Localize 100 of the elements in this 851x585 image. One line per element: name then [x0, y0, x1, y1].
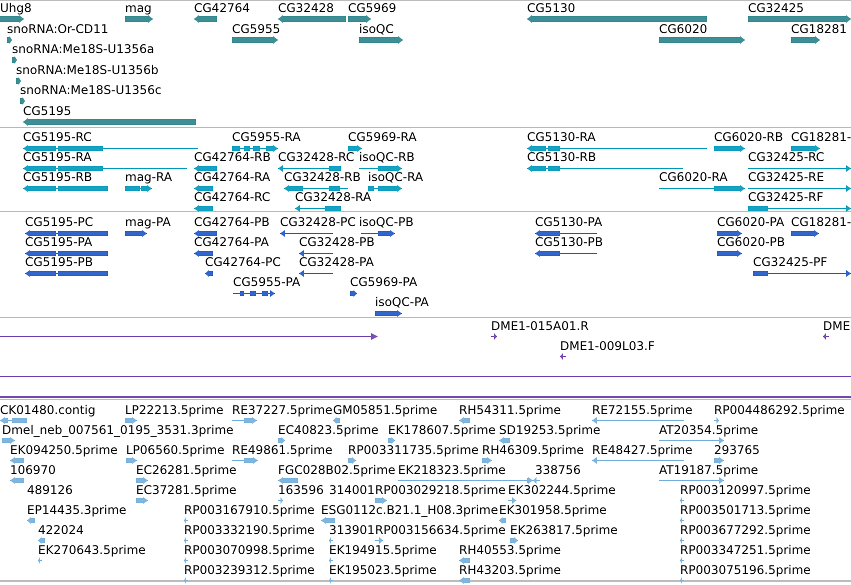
feature-label: RH46309.5prime [482, 444, 584, 456]
feature-label: RP003120997.5prime [680, 484, 811, 496]
feature-label: RP003029218.5prime [375, 484, 506, 496]
feature-label: CG42764-RB [194, 151, 271, 163]
feature-label: CG5195-PB [25, 256, 94, 268]
feature-label: CG5955-RA [232, 131, 301, 143]
feature-label: RE49861.5prime [232, 444, 332, 456]
feature-label: CG5195-RA [23, 151, 92, 163]
feature-label: CG5130-PB [535, 236, 604, 248]
feature-label: CG32425-RC [748, 151, 824, 163]
feature-label: CG5130-RA [527, 131, 596, 143]
feature-label: CG5955-PA [233, 276, 300, 288]
feature-label: RE72155.5prime [592, 404, 692, 416]
feature-label: CG32425-PF [753, 256, 828, 268]
feature-label: isoQC-PB [359, 216, 414, 228]
feature-label: isoQC-RA [368, 171, 424, 183]
feature-label: EK194915.5prime [329, 544, 437, 556]
feature-label: 314001 [329, 484, 375, 496]
feature-label: LP06560.5prime [126, 444, 225, 456]
feature-label: 338756 [535, 464, 581, 476]
feature-label: mag-PA [125, 216, 171, 228]
feature-label: RE48427.5prime [592, 444, 692, 456]
feature-label: Dmel_neb_007561_0195_3531.3prime [2, 424, 234, 436]
feature-label: 293765 [714, 444, 760, 456]
feature-label: CG6020-RB [714, 131, 784, 143]
feature-label: CG32428-PC [280, 216, 356, 228]
feature-label: CG42764 [194, 2, 250, 14]
feature-label: CK01480.contig [0, 404, 96, 416]
feature-label: DME1-015A01.R [491, 320, 589, 332]
feature-label: CG32428-RB [284, 171, 361, 183]
feature-label: mag-RA [125, 171, 172, 183]
feature-label: AT20354.5prime [659, 424, 758, 436]
feature-label: EK195023.5prime [329, 564, 437, 576]
feature-label: EP14435.3prime [27, 504, 126, 516]
feature-label: CG5130 [527, 2, 576, 14]
feature-label: LP22213.5prime [125, 404, 224, 416]
feature-label: CG42764-RA [194, 171, 270, 183]
feature-label: 489126 [27, 484, 73, 496]
feature-label: CG32425-RE [748, 171, 824, 183]
feature-label: CG5195-PA [25, 236, 92, 248]
feature-label: RP004486292.5prime [714, 404, 845, 416]
feature-label: CG18281 [791, 22, 847, 35]
feature-label: CG6020-PA [717, 216, 784, 228]
feature-label: CG5195-PC [25, 216, 94, 228]
feature-label: 313901 [329, 524, 375, 536]
feature-label: CG18281- [791, 216, 851, 228]
feature-label: CG32428-RC [278, 151, 354, 163]
feature-label: RP003167910.5prime [184, 504, 315, 516]
feature-label: EK302244.5prime [508, 484, 616, 496]
feature-label: CG6020-RA [659, 171, 728, 183]
feature-label: RH43203.5prime [459, 564, 561, 576]
feature-label: RP003332190.5prime [184, 524, 315, 536]
feature-label: EK270643.5prime [38, 544, 146, 556]
feature-label: CG5955 [232, 22, 280, 35]
feature-label: 163596 [278, 484, 324, 496]
feature-label: CG18281- [791, 131, 851, 143]
feature-label: GM05851.5prime [333, 404, 438, 416]
feature-label: RP003239312.5prime [184, 564, 315, 576]
feature-label: snoRNA:Me18S-U1356b [16, 64, 158, 76]
feature-label: CG32428-RA [295, 191, 372, 203]
feature-label: CG5130-RB [527, 151, 596, 163]
feature-label: CG32428-PA [299, 256, 374, 268]
feature-label: CG32425 [748, 2, 804, 14]
feature-label: CG5969-PA [350, 276, 418, 288]
feature-label: mag [125, 2, 152, 14]
feature-label: RE37227.5prime [232, 404, 332, 416]
feature-label: RP003311735.5prime [348, 444, 479, 456]
feature-label: CG32428-PB [299, 236, 375, 248]
feature-label: CG5969 [348, 2, 396, 14]
feature-label: CG42764-PA [194, 236, 269, 248]
feature-label: isoQC-PA [375, 296, 429, 308]
feature-label: 106970 [10, 464, 56, 476]
feature-label: Uhg8 [0, 2, 32, 14]
feature-label: EK218323.5prime [398, 464, 506, 476]
feature-label: snoRNA:Or-CD11 [7, 22, 108, 35]
feature-label: FGC028B02.5prime [278, 464, 396, 476]
feature-label: EK301958.5prime [499, 504, 607, 516]
feature-label: isoQC-RB [359, 151, 415, 163]
feature-label: snoRNA:Me18S-U1356a [12, 43, 154, 56]
feature-label: EC26281.5prime [136, 464, 237, 476]
feature-label: RP003677292.5prime [680, 524, 811, 536]
feature-label: CG6020-PB [717, 236, 786, 248]
feature-label: AT19187.5prime [659, 464, 758, 476]
feature-label: RP003156634.5prime [375, 524, 506, 536]
feature-label: EC40823.5prime [278, 424, 379, 436]
feature-label: RH40553.5prime [459, 544, 561, 556]
feature-label: RP003075196.5prime [680, 564, 811, 576]
feature-label: RH54311.5prime [459, 404, 561, 416]
feature-label: CG42764-PC [205, 256, 281, 268]
feature-label: CG6020 [659, 22, 708, 35]
feature-label: CG32428 [278, 2, 334, 14]
feature-label: RP003070998.5prime [184, 544, 315, 556]
feature-label: CG5195-RB [23, 171, 92, 183]
feature-label: SD19253.5prime [499, 424, 600, 436]
feature-label: EK094250.5prime [10, 444, 118, 456]
feature-label: EK178607.5prime [388, 424, 496, 436]
feature-label: CG5130-PA [535, 216, 602, 228]
feature-label: CG42764-PB [194, 216, 270, 228]
feature-label: 422024 [38, 524, 84, 536]
feature-label: DME1-009L03.F [560, 340, 655, 352]
